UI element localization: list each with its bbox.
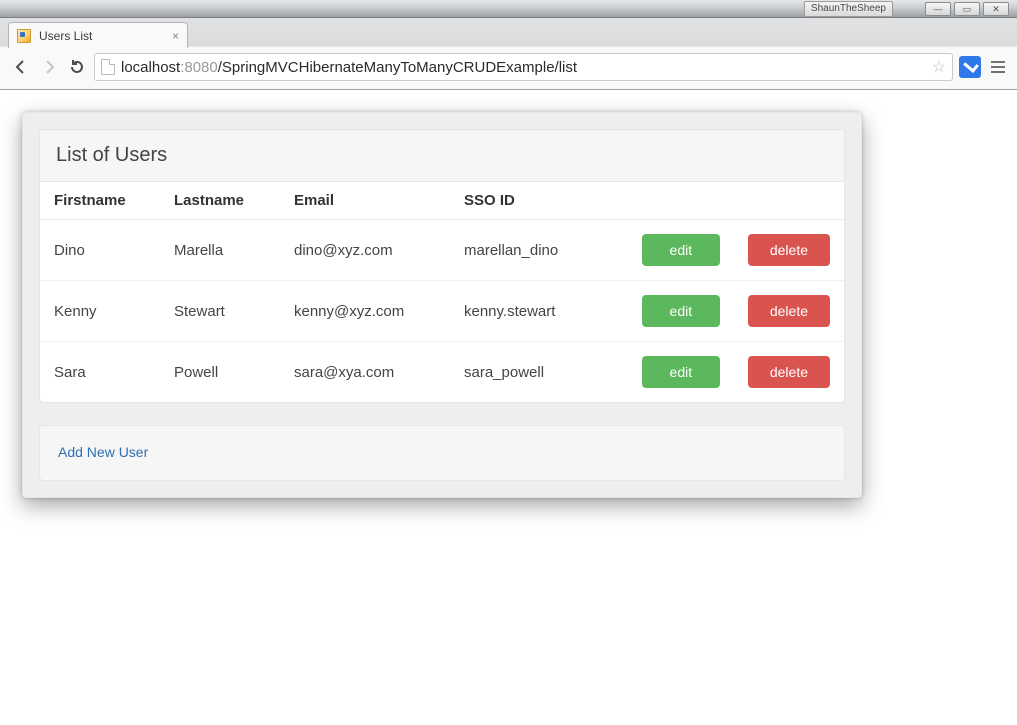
back-button[interactable]: [10, 56, 32, 78]
window-maximize-button[interactable]: ▭: [954, 2, 980, 16]
window-controls: — ▭ ✕: [925, 2, 1009, 16]
arrow-left-icon: [13, 59, 29, 75]
url-text: localhost:8080/SpringMVCHibernateManyToM…: [121, 59, 926, 76]
table-header-row: Firstname Lastname Email SSO ID: [40, 182, 844, 220]
tab-title: Users List: [39, 29, 92, 43]
browser-chrome: Users List × localhost:8080/SpringMVCHib…: [0, 18, 1017, 90]
add-user-well: Add New User: [39, 425, 845, 481]
cell-lastname: Marella: [160, 220, 280, 281]
extension-button[interactable]: [959, 56, 981, 78]
cell-sso: sara_powell: [450, 342, 628, 403]
col-email: Email: [280, 182, 450, 220]
table-row: Kenny Stewart kenny@xyz.com kenny.stewar…: [40, 281, 844, 342]
reload-button[interactable]: [66, 56, 88, 78]
viewport[interactable]: List of Users Firstname Lastname Email S…: [0, 90, 1017, 725]
table-row: Sara Powell sara@xya.com sara_powell edi…: [40, 342, 844, 403]
browser-tab[interactable]: Users List ×: [8, 22, 188, 48]
os-app-badge: ShaunTheSheep: [804, 1, 893, 17]
tab-close-icon[interactable]: ×: [172, 30, 179, 42]
cell-lastname: Stewart: [160, 281, 280, 342]
window-minimize-button[interactable]: —: [925, 2, 951, 16]
col-firstname: Firstname: [40, 182, 160, 220]
address-bar[interactable]: localhost:8080/SpringMVCHibernateManyToM…: [94, 53, 953, 81]
cell-firstname: Kenny: [40, 281, 160, 342]
cell-firstname: Sara: [40, 342, 160, 403]
users-table: Firstname Lastname Email SSO ID Dino Mar…: [40, 182, 844, 402]
arrow-right-icon: [41, 59, 57, 75]
col-lastname: Lastname: [160, 182, 280, 220]
page-icon: [101, 59, 115, 75]
edit-button[interactable]: edit: [642, 356, 720, 388]
window-close-button[interactable]: ✕: [983, 2, 1009, 16]
os-titlebar: ShaunTheSheep — ▭ ✕: [0, 0, 1017, 18]
cell-email: sara@xya.com: [280, 342, 450, 403]
browser-toolbar: localhost:8080/SpringMVCHibernateManyToM…: [0, 46, 1017, 89]
cell-email: kenny@xyz.com: [280, 281, 450, 342]
cell-firstname: Dino: [40, 220, 160, 281]
cell-sso: marellan_dino: [450, 220, 628, 281]
panel: List of Users Firstname Lastname Email S…: [22, 112, 862, 498]
bookmark-star-icon[interactable]: ☆: [932, 57, 946, 77]
page-content: List of Users Firstname Lastname Email S…: [0, 90, 1017, 538]
cell-sso: kenny.stewart: [450, 281, 628, 342]
cell-email: dino@xyz.com: [280, 220, 450, 281]
browser-menu-button[interactable]: [987, 56, 1009, 78]
users-card: List of Users Firstname Lastname Email S…: [39, 129, 845, 403]
favicon-icon: [17, 29, 31, 43]
reload-icon: [69, 59, 85, 75]
delete-button[interactable]: delete: [748, 295, 830, 327]
edit-button[interactable]: edit: [642, 295, 720, 327]
add-user-link[interactable]: Add New User: [58, 444, 148, 460]
col-empty-1: [628, 182, 734, 220]
col-sso: SSO ID: [450, 182, 628, 220]
delete-button[interactable]: delete: [748, 356, 830, 388]
forward-button[interactable]: [38, 56, 60, 78]
cell-lastname: Powell: [160, 342, 280, 403]
edit-button[interactable]: edit: [642, 234, 720, 266]
delete-button[interactable]: delete: [748, 234, 830, 266]
tabstrip: Users List ×: [0, 18, 1017, 46]
page-title: List of Users: [40, 130, 844, 182]
table-row: Dino Marella dino@xyz.com marellan_dino …: [40, 220, 844, 281]
col-empty-2: [734, 182, 844, 220]
